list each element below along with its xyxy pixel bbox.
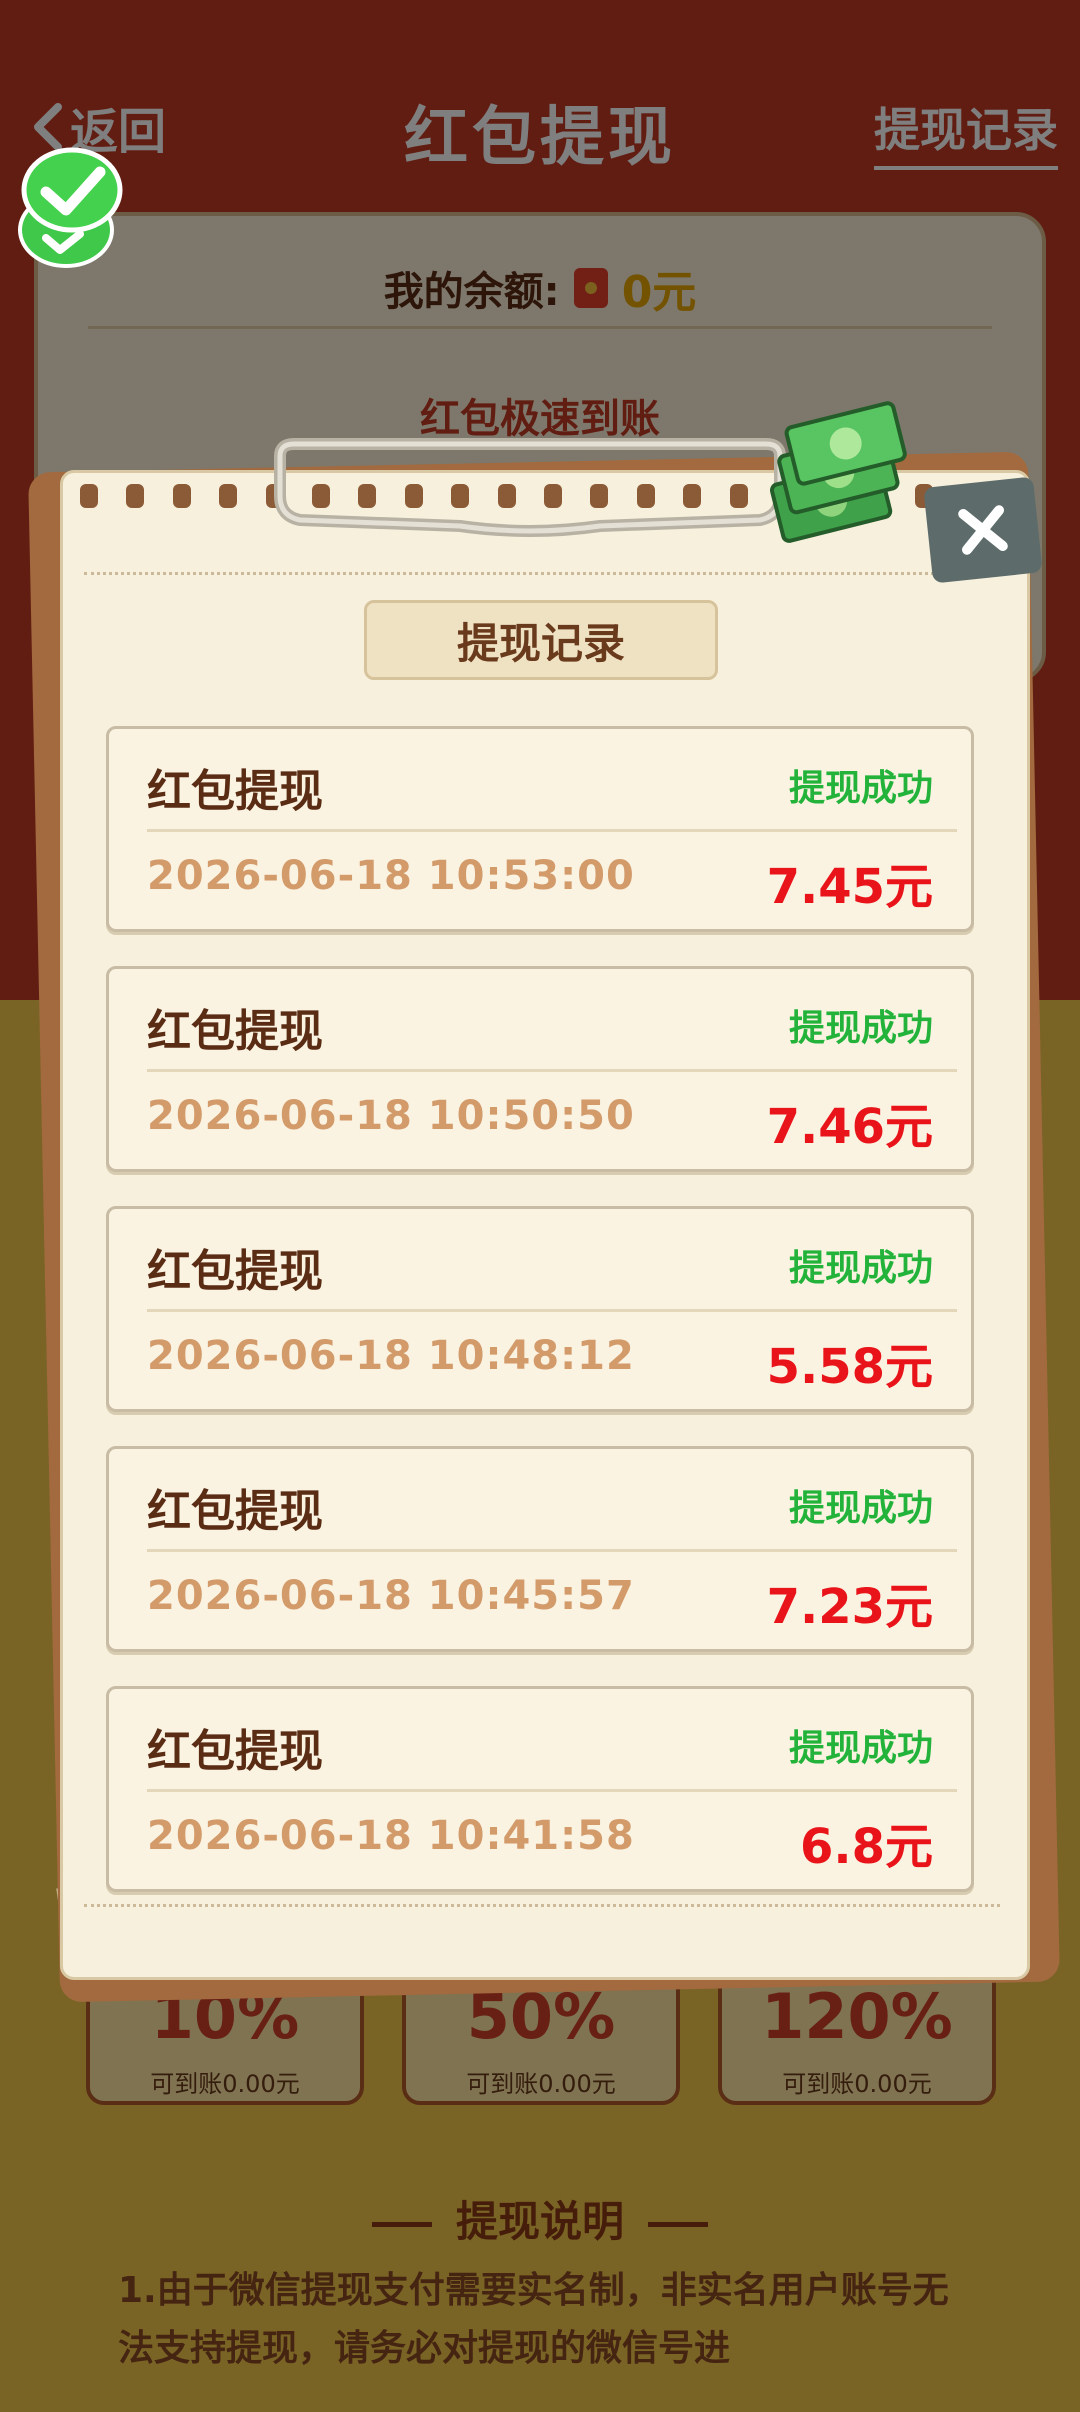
record-status: 提现成功 bbox=[788, 768, 933, 809]
record-time: 2026-06-18 10:53:00 bbox=[147, 853, 635, 899]
record-list: 红包提现 提现成功 2026-06-18 10:53:00 7.45元 红包提现… bbox=[106, 726, 974, 1926]
record-item: 红包提现 提现成功 2026-06-18 10:48:12 5.58元 bbox=[106, 1206, 974, 1412]
record-time: 2026-06-18 10:48:12 bbox=[147, 1333, 635, 1379]
close-button[interactable] bbox=[923, 476, 1043, 584]
record-amount: 7.45元 bbox=[766, 859, 933, 915]
record-item: 红包提现 提现成功 2026-06-18 10:45:57 7.23元 bbox=[106, 1446, 974, 1652]
record-item: 红包提现 提现成功 2026-06-18 10:53:00 7.45元 bbox=[106, 726, 974, 932]
record-status: 提现成功 bbox=[788, 1728, 933, 1769]
wechat-check-icon bbox=[18, 147, 123, 268]
record-divider bbox=[147, 829, 957, 832]
record-divider bbox=[147, 1069, 957, 1072]
record-item: 红包提现 提现成功 2026-06-18 10:41:58 6.8元 bbox=[106, 1686, 974, 1892]
record-divider bbox=[147, 1549, 957, 1552]
record-divider bbox=[147, 1789, 957, 1792]
record-amount: 7.23元 bbox=[766, 1579, 933, 1635]
hole bbox=[126, 484, 145, 508]
dotted-divider bbox=[84, 572, 1000, 575]
record-status: 提现成功 bbox=[788, 1008, 933, 1049]
record-amount: 6.8元 bbox=[799, 1819, 933, 1875]
close-icon bbox=[958, 505, 1008, 555]
record-time: 2026-06-18 10:45:57 bbox=[147, 1573, 635, 1619]
record-type: 红包提现 bbox=[147, 1246, 323, 1297]
record-amount: 5.58元 bbox=[766, 1339, 933, 1395]
modal-title: 提现记录 bbox=[364, 600, 718, 680]
hole bbox=[219, 484, 238, 508]
record-item: 红包提现 提现成功 2026-06-18 10:50:50 7.46元 bbox=[106, 966, 974, 1172]
record-time: 2026-06-18 10:41:58 bbox=[147, 1813, 635, 1859]
record-type: 红包提现 bbox=[147, 766, 323, 817]
hole bbox=[80, 484, 98, 508]
binder-clip-icon bbox=[274, 438, 786, 537]
record-amount: 7.46元 bbox=[766, 1099, 933, 1155]
record-divider bbox=[147, 1309, 957, 1312]
record-status: 提现成功 bbox=[788, 1488, 933, 1529]
record-type: 红包提现 bbox=[147, 1486, 323, 1537]
record-status: 提现成功 bbox=[788, 1248, 933, 1289]
record-type: 红包提现 bbox=[147, 1006, 323, 1057]
record-time: 2026-06-18 10:50:50 bbox=[147, 1093, 635, 1139]
record-type: 红包提现 bbox=[147, 1726, 323, 1777]
cash-stack-icon bbox=[769, 401, 907, 543]
hole bbox=[172, 484, 191, 508]
